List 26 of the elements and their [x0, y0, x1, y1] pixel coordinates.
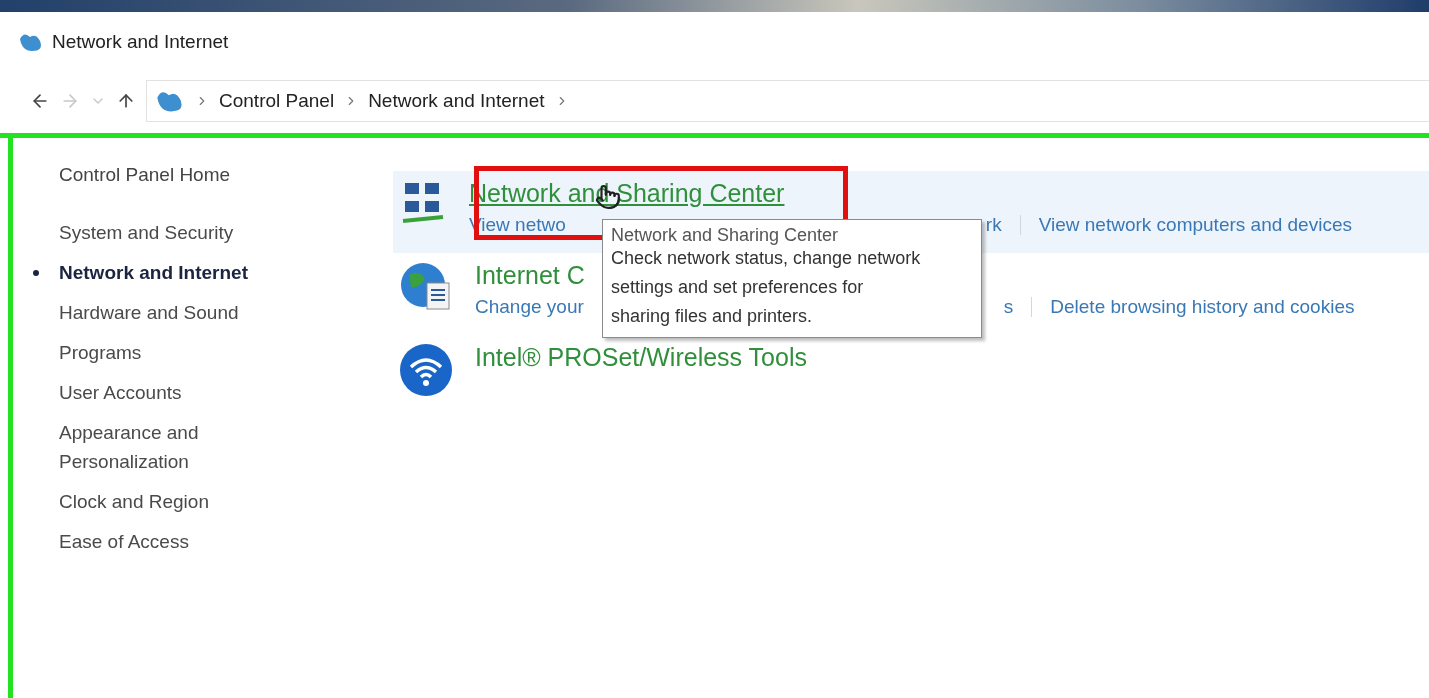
- task-link[interactable]: Delete browsing history and cookies: [1050, 296, 1355, 318]
- tooltip-text: settings and set preferences for: [611, 276, 865, 299]
- wireless-icon: [399, 343, 453, 397]
- tooltip-text: sharing files and printers.: [611, 305, 814, 328]
- task-link[interactable]: Change your: [475, 296, 584, 318]
- address-bar[interactable]: Control Panel Network and Internet: [146, 80, 1429, 122]
- task-link[interactable]: rk: [985, 214, 1002, 236]
- sidebar-item[interactable]: Clock and Region: [59, 487, 249, 516]
- sidebar-item[interactable]: Network and Internet: [59, 258, 249, 287]
- sidebar-item[interactable]: Ease of Access: [59, 527, 249, 556]
- sidebar-item[interactable]: Hardware and Sound: [59, 298, 249, 327]
- window-title: Network and Internet: [52, 31, 229, 53]
- category-title[interactable]: Intel® PROSet/Wireless Tools: [475, 343, 807, 372]
- sidebar-link[interactable]: Control Panel Home: [59, 164, 393, 186]
- task-link[interactable]: View network computers and devices: [1038, 214, 1352, 236]
- bullet-icon: [33, 270, 39, 276]
- sidebar-item[interactable]: System and Security: [59, 218, 249, 247]
- tooltip-title: Network and Sharing Center: [611, 226, 840, 244]
- tooltip-text: Check network status, change network: [611, 247, 922, 270]
- breadcrumb-item[interactable]: Control Panel: [219, 90, 335, 112]
- task-link[interactable]: s: [1003, 296, 1014, 318]
- sidebar-item[interactable]: Programs: [59, 338, 249, 367]
- breadcrumb-item[interactable]: Network and Internet: [368, 90, 545, 112]
- sidebar-item[interactable]: Appearance and Personalization: [59, 418, 249, 476]
- sidebar-item[interactable]: User Accounts: [59, 378, 249, 407]
- category-title[interactable]: Internet C: [475, 261, 585, 290]
